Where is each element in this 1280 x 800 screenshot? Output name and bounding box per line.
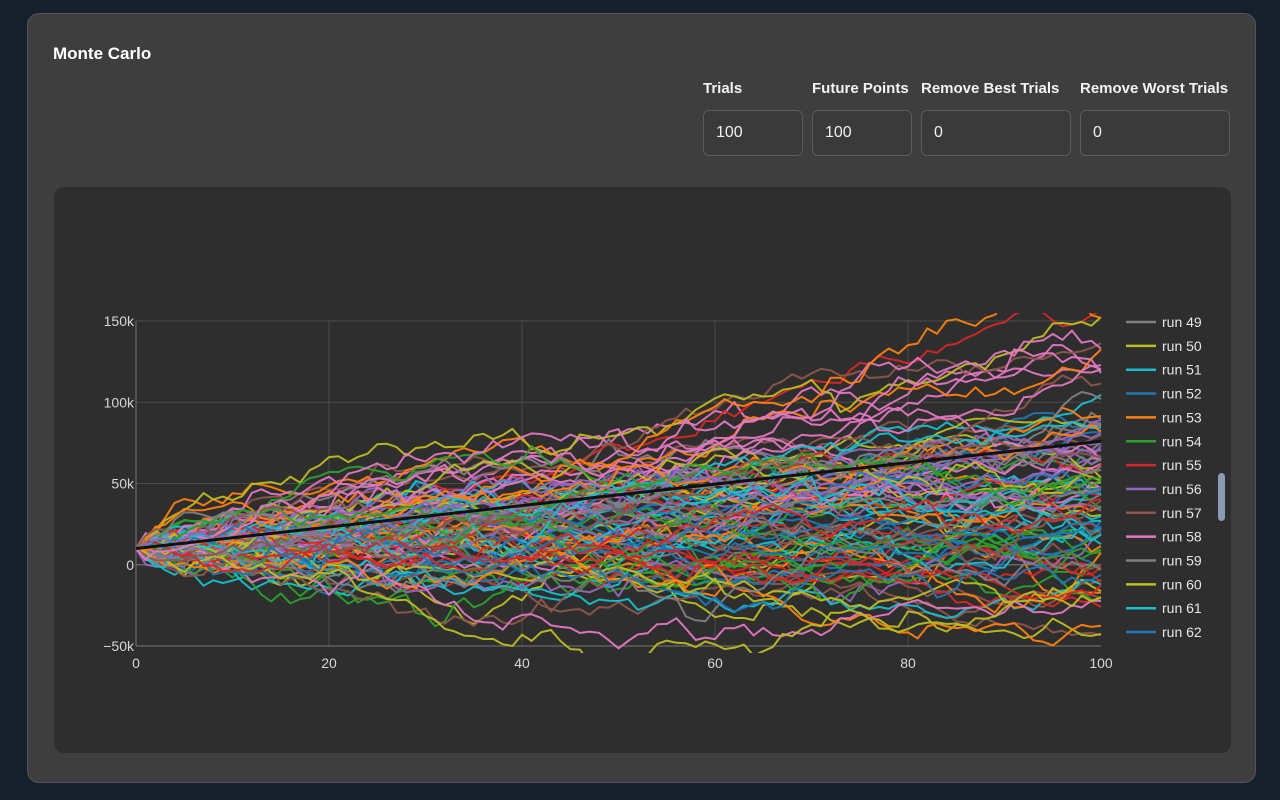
legend-label: run 57 [1162,505,1202,521]
legend-item[interactable]: run 58 [1126,529,1202,545]
legend[interactable]: run 49 run 50 run 51 run 52 run 53 run 54 run … [1126,314,1202,640]
y-tick-label: 0 [126,557,134,573]
legend-item[interactable]: run 56 [1126,481,1202,497]
legend-item[interactable]: run 50 [1126,338,1202,354]
legend-label: run 58 [1162,529,1202,545]
legend-label: run 54 [1162,433,1202,449]
series-lines[interactable] [136,297,1102,664]
legend-item[interactable]: run 52 [1126,386,1202,402]
monte-carlo-chart: 0 20 40 60 80 100−50k050k100k150k run 49run 5… [103,297,1202,671]
y-tick-label: 150k [104,313,135,329]
legend-label: run 53 [1162,409,1202,425]
x-tick-label: 80 [900,655,916,671]
legend-label: run 62 [1162,624,1202,640]
legend-item[interactable]: run 54 [1126,433,1202,449]
legend-item[interactable]: run 62 [1126,624,1202,640]
legend-item[interactable]: run 55 [1126,457,1202,473]
legend-label: run 50 [1162,338,1202,354]
y-tick-label: −50k [103,638,135,654]
x-tick-label: 60 [707,655,723,671]
y-tick-label: 50k [111,476,135,492]
legend-scrollbar[interactable] [1218,473,1225,521]
legend-label: run 60 [1162,576,1202,592]
legend-label: run 56 [1162,481,1202,497]
legend-label: run 61 [1162,600,1202,616]
legend-item[interactable]: run 57 [1126,505,1202,521]
legend-label: run 59 [1162,553,1202,569]
legend-item[interactable]: run 53 [1126,409,1202,425]
legend-item[interactable]: run 51 [1126,362,1202,378]
y-tick-label: 100k [104,394,135,410]
legend-label: run 52 [1162,386,1202,402]
x-tick-label: 100 [1089,655,1113,671]
legend-label: run 51 [1162,362,1202,378]
legend-item[interactable]: run 49 [1126,314,1202,330]
legend-item[interactable]: run 60 [1126,576,1202,592]
x-tick-label: 0 [132,655,140,671]
legend-label: run 55 [1162,457,1202,473]
legend-item[interactable]: run 59 [1126,553,1202,569]
x-tick-label: 40 [514,655,530,671]
legend-item[interactable]: run 61 [1126,600,1202,616]
legend-label: run 49 [1162,314,1202,330]
x-tick-label: 20 [321,655,337,671]
